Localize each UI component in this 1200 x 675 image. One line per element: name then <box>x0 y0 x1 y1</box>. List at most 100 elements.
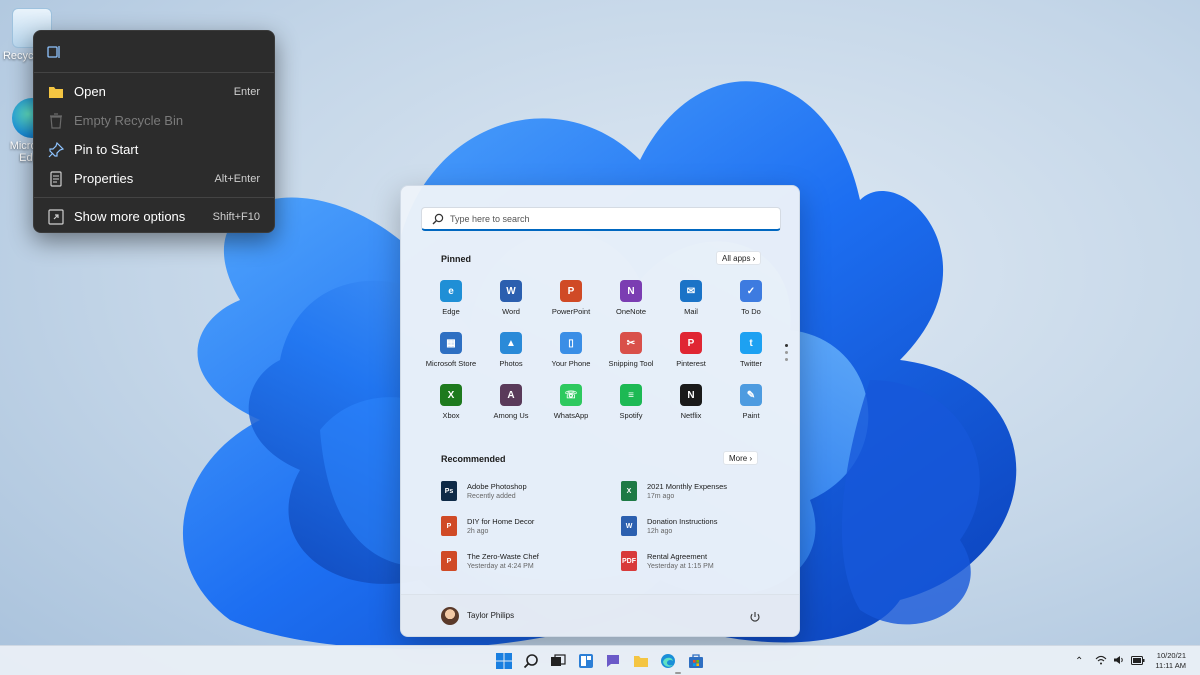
pinned-app-xbox[interactable]: X Xbox <box>421 384 481 420</box>
file-explorer-icon[interactable] <box>631 651 651 671</box>
pinterest-icon: P <box>680 332 702 354</box>
pinned-app-word[interactable]: W Word <box>481 280 541 316</box>
menu-separator <box>34 197 274 198</box>
start-menu: Type here to search Pinned All apps › Re… <box>400 185 800 637</box>
pinned-app-label: Among Us <box>493 411 529 420</box>
chevron-up-icon[interactable]: ⌃ <box>1075 656 1083 667</box>
photos-icon: ▲ <box>500 332 522 354</box>
pinned-app-onenote[interactable]: N OneNote <box>601 280 661 316</box>
recommended-item[interactable]: P The Zero-Waste Chef Yesterday at 4:24 PM <box>441 548 611 574</box>
recommended-text: The Zero-Waste Chef Yesterday at 4:24 PM <box>467 552 539 570</box>
user-name[interactable]: Taylor Philips <box>467 611 749 620</box>
pinned-app-label: Twitter <box>739 359 763 368</box>
file-icon: PDF <box>621 551 637 571</box>
menu-item-show-more-options[interactable]: Show more options Shift+F10 <box>34 202 274 231</box>
pinned-app-paint[interactable]: ✎ Paint <box>721 384 781 420</box>
recommended-title: The Zero-Waste Chef <box>467 552 539 561</box>
menu-item-properties[interactable]: Properties Alt+Enter <box>34 164 274 193</box>
pinned-app-pinterest[interactable]: P Pinterest <box>661 332 721 368</box>
pin-icon <box>48 141 64 158</box>
wifi-icon[interactable] <box>1095 655 1107 667</box>
recommended-item[interactable]: Ps Adobe Photoshop Recently added <box>441 478 611 504</box>
recommended-item[interactable]: W Donation Instructions 12h ago <box>621 513 791 539</box>
pinned-app-label: Microsoft Store <box>425 359 477 368</box>
pinned-app-microsoft-store[interactable]: ▦ Microsoft Store <box>421 332 481 368</box>
recommended-item[interactable]: PDF Rental Agreement Yesterday at 1:15 PM <box>621 548 791 574</box>
pinned-app-label: To Do <box>741 307 761 316</box>
paint-icon: ✎ <box>740 384 762 406</box>
more-button[interactable]: More › <box>723 451 759 465</box>
search-icon <box>432 213 444 225</box>
pinned-app-snipping-tool[interactable]: ✂ Snipping Tool <box>601 332 661 368</box>
pinned-app-twitter[interactable]: t Twitter <box>721 332 781 368</box>
menu-item-label: Empty Recycle Bin <box>74 113 184 128</box>
recommended-title: Recommended <box>441 454 506 464</box>
pinned-app-edge[interactable]: e Edge <box>421 280 481 316</box>
menu-item-label: Open <box>74 84 106 99</box>
menu-item-shortcut: Enter <box>233 85 260 98</box>
recommended-title: 2021 Monthly Expenses <box>647 482 728 491</box>
pinned-app-label: Edge <box>442 307 460 316</box>
widgets-icon[interactable] <box>576 651 596 671</box>
context-menu-topbar <box>34 31 274 73</box>
pinned-app-among-us[interactable]: A Among Us <box>481 384 541 420</box>
menu-item-label: Pin to Start <box>74 142 139 157</box>
start-footer: Taylor Philips <box>401 594 799 636</box>
file-icon: P <box>441 516 457 536</box>
netflix-icon: N <box>680 384 702 406</box>
pinned-app-whatsapp[interactable]: ☏ WhatsApp <box>541 384 601 420</box>
pinned-app-label: Netflix <box>680 411 702 420</box>
recommended-subtitle: Yesterday at 1:15 PM <box>647 563 714 570</box>
all-apps-button[interactable]: All apps › <box>716 251 762 265</box>
pinned-app-label: Xbox <box>442 411 460 420</box>
powerpoint-icon: P <box>560 280 582 302</box>
task-view-icon[interactable] <box>548 651 568 671</box>
pinned-app-to-do[interactable]: ✓ To Do <box>721 280 781 316</box>
menu-item-label: Show more options <box>74 209 186 224</box>
pinned-app-your-phone[interactable]: ▯ Your Phone <box>541 332 601 368</box>
recommended-item[interactable]: P DIY for Home Decor 2h ago <box>441 513 611 539</box>
pinned-app-mail[interactable]: ✉ Mail <box>661 280 721 316</box>
pinned-app-label: Photos <box>499 359 523 368</box>
clock[interactable]: 10/20/21 11:11 AM <box>1155 651 1186 671</box>
recommended-subtitle: 12h ago <box>647 528 673 535</box>
power-icon[interactable] <box>749 610 761 622</box>
trash-icon <box>48 112 64 129</box>
recommended-title: Rental Agreement <box>647 552 708 561</box>
to-do-icon: ✓ <box>740 280 762 302</box>
pinned-app-label: Pinterest <box>676 359 706 368</box>
page-dots[interactable] <box>785 344 789 361</box>
battery-icon[interactable] <box>1131 655 1145 667</box>
store-icon[interactable] <box>686 651 706 671</box>
recommended-text: Adobe Photoshop Recently added <box>467 482 527 500</box>
more-options-icon <box>48 208 64 225</box>
chat-icon[interactable] <box>603 651 623 671</box>
recommended-subtitle: 2h ago <box>467 528 489 535</box>
pinned-app-spotify[interactable]: ≡ Spotify <box>601 384 661 420</box>
recommended-text: DIY for Home Decor 2h ago <box>467 517 534 535</box>
menu-item-pin-to-start[interactable]: Pin to Start <box>34 135 274 164</box>
running-indicator <box>675 672 681 674</box>
search-input[interactable]: Type here to search <box>421 207 781 231</box>
pinned-app-label: WhatsApp <box>553 411 589 420</box>
rename-icon[interactable] <box>46 44 62 60</box>
onenote-icon: N <box>620 280 642 302</box>
volume-icon[interactable] <box>1113 655 1125 667</box>
file-icon: X <box>621 481 637 501</box>
pinned-app-photos[interactable]: ▲ Photos <box>481 332 541 368</box>
your-phone-icon: ▯ <box>560 332 582 354</box>
pinned-app-netflix[interactable]: N Netflix <box>661 384 721 420</box>
pinned-app-label: Word <box>502 307 520 316</box>
edge-icon[interactable] <box>658 651 678 671</box>
pinned-app-powerpoint[interactable]: P PowerPoint <box>541 280 601 316</box>
xbox-icon: X <box>440 384 462 406</box>
search-icon[interactable] <box>521 651 541 671</box>
menu-item-open[interactable]: Open Enter <box>34 77 274 106</box>
pinned-app-label: Spotify <box>619 411 643 420</box>
recommended-text: 2021 Monthly Expenses 17m ago <box>647 482 727 500</box>
whatsapp-icon: ☏ <box>560 384 582 406</box>
file-icon: Ps <box>441 481 457 501</box>
recommended-item[interactable]: X 2021 Monthly Expenses 17m ago <box>621 478 791 504</box>
avatar[interactable] <box>441 606 459 625</box>
start-icon[interactable] <box>494 651 514 671</box>
